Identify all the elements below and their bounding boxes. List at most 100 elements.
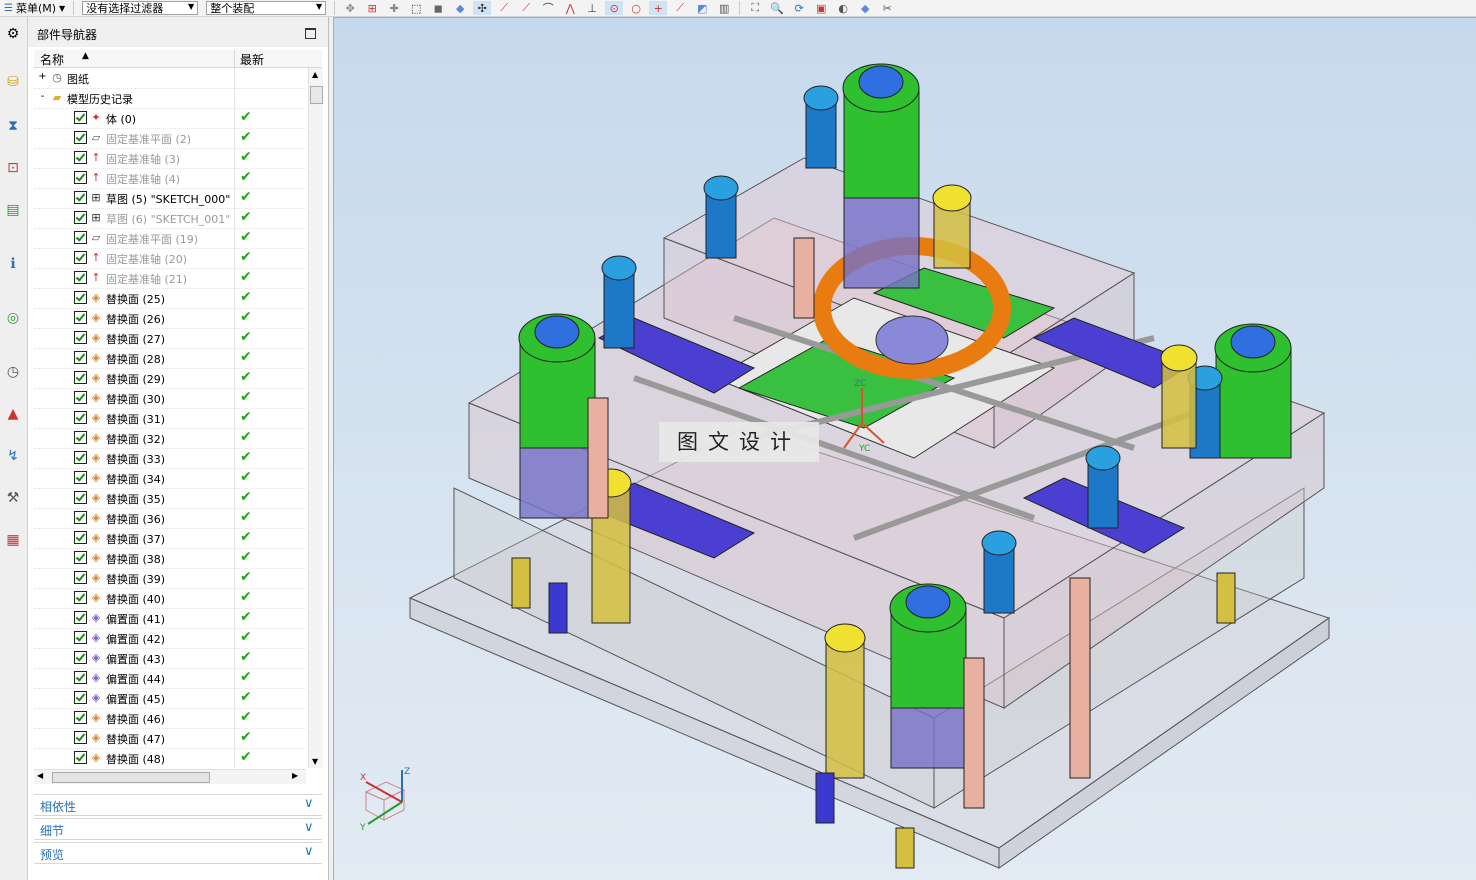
- tree-row[interactable]: ◈ 替换面 (46) ✔: [34, 708, 306, 729]
- reuse-library-icon[interactable]: ▤: [2, 199, 24, 221]
- general-select-icon[interactable]: ✥: [341, 1, 359, 15]
- visibility-checkbox[interactable]: [74, 311, 87, 324]
- visibility-checkbox[interactable]: [74, 391, 87, 404]
- tree-row[interactable]: ◈ 替换面 (47) ✔: [34, 728, 306, 749]
- visibility-checkbox[interactable]: [74, 491, 87, 504]
- visibility-checkbox[interactable]: [74, 131, 87, 144]
- tree-row[interactable]: ◈ 偏置面 (43) ✔: [34, 648, 306, 669]
- visibility-checkbox[interactable]: [74, 471, 87, 484]
- scope-dropdown[interactable]: 整个装配 ▼: [206, 1, 327, 15]
- panel-details[interactable]: 细节 ∨: [34, 818, 322, 840]
- solid-body-icon[interactable]: ◼: [429, 1, 447, 15]
- bounded-grid-icon[interactable]: ▥: [715, 1, 733, 15]
- point-on-face-icon[interactable]: ◩: [693, 1, 711, 15]
- tree-row[interactable]: ◈ 替换面 (35) ✔: [34, 488, 306, 509]
- tree-row[interactable]: ▱ 固定基准平面 (19) ✔: [34, 228, 306, 249]
- maximize-icon[interactable]: [305, 28, 316, 39]
- tree-row[interactable]: ◈ 偏置面 (45) ✔: [34, 688, 306, 709]
- visibility-checkbox[interactable]: [74, 371, 87, 384]
- visibility-checkbox[interactable]: [74, 271, 87, 284]
- tree-row[interactable]: ◈ 替换面 (27) ✔: [34, 328, 306, 349]
- tree-row[interactable]: ◈ 替换面 (32) ✔: [34, 428, 306, 449]
- selection-filter-dropdown[interactable]: 没有选择过滤器 ▼: [82, 1, 199, 15]
- visibility-checkbox[interactable]: [74, 531, 87, 544]
- tree-row[interactable]: ◈ 替换面 (28) ✔: [34, 348, 306, 369]
- tree-row[interactable]: ⊞ 草图 (6) "SKETCH_001" ✔: [34, 208, 306, 229]
- gear-icon[interactable]: ⚙: [2, 23, 24, 45]
- visibility-checkbox[interactable]: [74, 711, 87, 724]
- tree-row[interactable]: ◈ 替换面 (30) ✔: [34, 388, 306, 409]
- tree-row[interactable]: ◈ 偏置面 (42) ✔: [34, 628, 306, 649]
- assembly-navigator-icon[interactable]: ⛁: [2, 71, 24, 93]
- tree-row[interactable]: ◈ 替换面 (31) ✔: [34, 408, 306, 429]
- tree-row[interactable]: ▱ 固定基准平面 (2) ✔: [34, 128, 306, 149]
- graphics-viewport[interactable]: YC ZC Z X Y 图文设计: [333, 17, 1476, 880]
- snap-all-icon[interactable]: ✣: [473, 1, 492, 15]
- tree-row[interactable]: ◈ 替换面 (33) ✔: [34, 448, 306, 469]
- scroll-down-icon[interactable]: ▼: [312, 757, 318, 766]
- existing-point-icon[interactable]: +: [649, 1, 668, 15]
- tree-row[interactable]: ◈ 替换面 (29) ✔: [34, 368, 306, 389]
- role-icon[interactable]: ▦: [2, 529, 24, 551]
- column-header-name[interactable]: 名称: [40, 51, 64, 68]
- tree-row[interactable]: ◈ 偏置面 (41) ✔: [34, 608, 306, 629]
- tree-row[interactable]: ◈ 替换面 (48) ✔: [34, 748, 306, 768]
- column-header-latest[interactable]: 最新: [240, 51, 264, 68]
- tree-row[interactable]: ◈ 替换面 (40) ✔: [34, 588, 306, 609]
- feature-select-icon[interactable]: ⊞: [363, 1, 381, 15]
- part-navigator-icon[interactable]: ⊡: [2, 157, 24, 179]
- tree-row[interactable]: ◈ 替换面 (39) ✔: [34, 568, 306, 589]
- mold-assembly-model[interactable]: YC ZC: [334, 18, 1476, 880]
- fit-view-icon[interactable]: ⛶: [746, 1, 764, 15]
- visibility-checkbox[interactable]: [74, 551, 87, 564]
- cube-icon[interactable]: ◆: [451, 1, 469, 15]
- display-cube-icon[interactable]: ◆: [856, 1, 874, 15]
- scroll-up-icon[interactable]: ▲: [312, 70, 318, 79]
- visibility-checkbox[interactable]: [74, 731, 87, 744]
- scroll-thumb[interactable]: [310, 86, 323, 104]
- visibility-checkbox[interactable]: [74, 651, 87, 664]
- visibility-checkbox[interactable]: [74, 171, 87, 184]
- visibility-checkbox[interactable]: [74, 451, 87, 464]
- scroll-left-icon[interactable]: ◀: [37, 771, 43, 780]
- hd3d-tools-icon[interactable]: ℹ: [2, 253, 24, 275]
- rotate-icon[interactable]: ⟳: [790, 1, 808, 15]
- quadrant-icon[interactable]: ○: [627, 1, 645, 15]
- perpendicular-icon[interactable]: ⊥: [583, 1, 601, 15]
- tree-row[interactable]: ↑ 固定基准轴 (21) ✔: [34, 268, 306, 289]
- tree-row[interactable]: ◈ 替换面 (25) ✔: [34, 288, 306, 309]
- tree-row[interactable]: - ▰ 模型历史记录: [34, 88, 306, 109]
- orient-view-icon[interactable]: ▣: [812, 1, 830, 15]
- visibility-checkbox[interactable]: [74, 631, 87, 644]
- visibility-checkbox[interactable]: [74, 251, 87, 264]
- endpoint-icon[interactable]: ⟋: [495, 1, 513, 15]
- process-studio-icon[interactable]: ↯: [2, 445, 24, 467]
- visibility-checkbox[interactable]: [74, 611, 87, 624]
- visibility-checkbox[interactable]: [74, 351, 87, 364]
- visibility-checkbox[interactable]: [74, 111, 87, 124]
- point-on-curve-icon[interactable]: ⟋: [671, 1, 689, 15]
- tree-row[interactable]: ◈ 替换面 (36) ✔: [34, 508, 306, 529]
- column-divider[interactable]: [234, 50, 235, 67]
- tree-row[interactable]: ◈ 替换面 (26) ✔: [34, 308, 306, 329]
- tree-row[interactable]: ✦ 体 (0) ✔: [34, 108, 306, 129]
- panel-dependencies[interactable]: 相依性 ∨: [34, 794, 322, 816]
- tree-row[interactable]: ↑ 固定基准轴 (3) ✔: [34, 148, 306, 169]
- visibility-checkbox[interactable]: [74, 671, 87, 684]
- intersection-icon[interactable]: ⋀: [561, 1, 579, 15]
- visibility-checkbox[interactable]: [74, 591, 87, 604]
- web-browser-icon[interactable]: ◎: [2, 307, 24, 329]
- tree-row[interactable]: ◈ 替换面 (38) ✔: [34, 548, 306, 569]
- expand-icon[interactable]: +: [38, 72, 47, 82]
- tree-row[interactable]: ↑ 固定基准轴 (20) ✔: [34, 248, 306, 269]
- visibility-checkbox[interactable]: [74, 191, 87, 204]
- panel-preview[interactable]: 预览 ∨: [34, 842, 322, 864]
- visibility-checkbox[interactable]: [74, 291, 87, 304]
- system-materials-icon[interactable]: ▲: [2, 403, 24, 425]
- midpoint-icon[interactable]: ⟋: [517, 1, 535, 15]
- collapse-icon[interactable]: -: [38, 92, 47, 102]
- rect-select-icon[interactable]: ⬚: [407, 1, 425, 15]
- visibility-checkbox[interactable]: [74, 691, 87, 704]
- control-point-icon[interactable]: ⌒: [539, 1, 557, 15]
- tree-vertical-scrollbar[interactable]: ▲ ▼: [308, 68, 323, 768]
